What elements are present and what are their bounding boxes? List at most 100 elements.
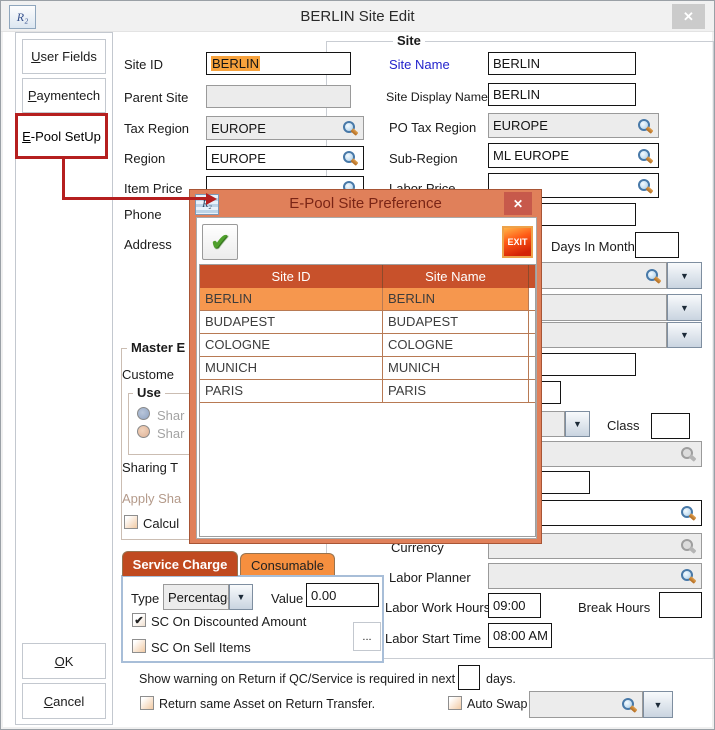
paymentech-label: aymentech	[37, 88, 101, 103]
site-id-input[interactable]: BERLIN	[206, 52, 351, 75]
epool-mnemonic: E	[22, 129, 31, 144]
epool-table-row[interactable]: BUDAPESTBUDAPEST	[200, 311, 535, 334]
epool-column-header[interactable]: Site ID	[200, 265, 383, 288]
calculate-label: Calcul	[143, 516, 179, 531]
site-name-label: Site Name	[389, 57, 450, 72]
user-fields-mnemonic: U	[31, 49, 40, 64]
site-name-input[interactable]: BERLIN	[488, 52, 636, 75]
epool-setup-button[interactable]: E-Pool SetUp	[15, 113, 108, 159]
value-input[interactable]: 0.00	[306, 583, 379, 607]
epool-table-cell[interactable]: BUDAPEST	[383, 311, 529, 333]
type-select[interactable]: Percentage	[163, 584, 229, 610]
break-hours-input[interactable]	[659, 592, 702, 618]
apply-sharing-label: Apply Sha	[122, 491, 181, 506]
epool-table-cell[interactable]: MUNICH	[383, 357, 529, 379]
days-in-month-label: Days In Month	[551, 239, 635, 254]
epool-table-cell[interactable]: COLOGNE	[200, 334, 383, 356]
epool-table-cell[interactable]: BERLIN	[383, 288, 529, 310]
tax-region-input: EUROPE	[206, 116, 364, 140]
popup-body: ✔ EXIT Site IDSite Name BERLINBERLINBUDA…	[196, 217, 537, 539]
chevron-down-icon[interactable]: ▼	[667, 262, 702, 289]
class-input[interactable]	[651, 413, 690, 439]
address-label: Address	[124, 237, 172, 252]
tab-service-charge[interactable]: Service Charge	[122, 551, 238, 576]
region-input[interactable]: EUROPE	[206, 146, 364, 170]
auto-swap-checkbox[interactable]	[448, 696, 462, 710]
days-in-month-input[interactable]	[635, 232, 679, 258]
epool-table-row[interactable]: COLOGNECOLOGNE	[200, 334, 535, 357]
window-title: BERLIN Site Edit	[1, 8, 714, 25]
user-fields-button[interactable]: User Fields	[22, 39, 106, 74]
labor-work-hours-input[interactable]: 09:00	[488, 593, 541, 618]
sub-region-value: ML EUROPE	[493, 148, 569, 163]
epool-table-cell[interactable]: PARIS	[383, 380, 529, 402]
search-icon[interactable]	[342, 120, 358, 136]
epool-table-row[interactable]: MUNICHMUNICH	[200, 357, 535, 380]
sub-region-label: Sub-Region	[389, 151, 458, 166]
item-price-label: Item Price	[124, 181, 183, 196]
confirm-button[interactable]: ✔	[202, 224, 238, 260]
epool-site-table: Site IDSite Name BERLINBERLINBUDAPESTBUD…	[199, 264, 536, 537]
sc-discounted-label: SC On Discounted Amount	[151, 614, 306, 629]
search-icon[interactable]	[637, 148, 653, 164]
epool-site-preference-dialog: R₂ E-Pool Site Preference ✕ ✔ EXIT Site …	[189, 189, 542, 544]
sc-sell-items-checkbox[interactable]	[132, 639, 146, 653]
paymentech-mnemonic: P	[28, 88, 37, 103]
sharing-radio-2[interactable]	[137, 425, 150, 438]
cancel-button[interactable]: Cancel	[22, 683, 106, 719]
sharing-radio-1[interactable]	[137, 407, 150, 420]
region-value: EUROPE	[211, 151, 266, 166]
site-id-label: Site ID	[124, 57, 163, 72]
cancel-mnemonic: C	[44, 694, 53, 709]
search-icon[interactable]	[342, 150, 358, 166]
epool-column-header[interactable]: Site Name	[383, 265, 529, 288]
calculate-checkbox[interactable]	[124, 515, 138, 529]
title-bar: R₂ BERLIN Site Edit ✕	[1, 1, 714, 32]
search-icon[interactable]	[621, 697, 637, 713]
site-display-name-input[interactable]: BERLIN	[488, 83, 636, 106]
annotation-arrowhead	[206, 193, 217, 205]
exit-button[interactable]: EXIT	[502, 226, 533, 258]
search-icon[interactable]	[637, 118, 653, 134]
chevron-down-icon[interactable]: ▼	[565, 411, 590, 437]
sc-discounted-checkbox[interactable]: ✔	[132, 613, 146, 627]
qc-warning-days-input[interactable]	[458, 665, 480, 690]
tab-consumable[interactable]: Consumable	[240, 553, 335, 577]
site-display-name-value: BERLIN	[493, 87, 540, 102]
more-options-button[interactable]: ...	[353, 622, 381, 651]
search-icon[interactable]	[680, 568, 696, 584]
phone-label: Phone	[124, 207, 162, 222]
close-icon[interactable]: ✕	[672, 4, 705, 29]
chevron-down-icon[interactable]: ▼	[667, 322, 702, 348]
value-label: Value	[271, 591, 303, 606]
region-label: Region	[124, 151, 165, 166]
epool-table-cell[interactable]: BERLIN	[200, 288, 383, 310]
labor-start-time-value: 08:00 AM	[493, 628, 548, 643]
epool-table-cell[interactable]: MUNICH	[200, 357, 383, 379]
sub-region-input[interactable]: ML EUROPE	[488, 143, 659, 168]
search-icon[interactable]	[637, 178, 653, 194]
ok-button[interactable]: OK	[22, 643, 106, 679]
epool-table-row[interactable]: BERLINBERLIN	[200, 288, 535, 311]
paymentech-button[interactable]: Paymentech	[22, 78, 106, 113]
annotation-line-vertical	[62, 159, 65, 200]
epool-table-cell[interactable]: BUDAPEST	[200, 311, 383, 333]
chevron-down-icon[interactable]: ▼	[229, 584, 253, 610]
epool-table-cell[interactable]: PARIS	[200, 380, 383, 402]
search-icon[interactable]	[645, 268, 661, 284]
return-same-asset-checkbox[interactable]	[140, 696, 154, 710]
use-groupbox-caption: Use	[133, 385, 165, 400]
labor-start-time-input[interactable]: 08:00 AM	[488, 623, 552, 648]
popup-close-icon[interactable]: ✕	[504, 192, 532, 215]
labor-work-hours-label: Labor Work Hours	[385, 600, 490, 615]
chevron-down-icon[interactable]: ▼	[643, 691, 673, 718]
epool-table-row[interactable]: PARISPARIS	[200, 380, 535, 403]
customer-label: Custome	[122, 367, 174, 382]
epool-table-header: Site IDSite Name	[200, 265, 535, 288]
sharing-type-label: Sharing T	[122, 460, 178, 475]
chevron-down-icon[interactable]: ▼	[667, 294, 702, 321]
po-tax-region-label: PO Tax Region	[389, 120, 476, 135]
epool-table-cell[interactable]: COLOGNE	[383, 334, 529, 356]
sc-sell-items-label: SC On Sell Items	[151, 640, 251, 655]
search-icon[interactable]	[680, 505, 696, 521]
